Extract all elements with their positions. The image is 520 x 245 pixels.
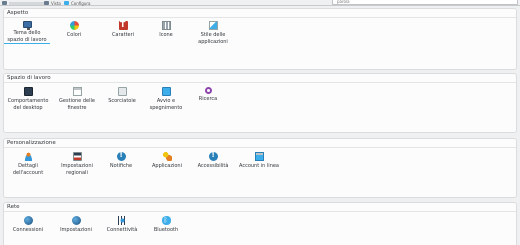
item-window-management[interactable]: Gestione delle finestre	[54, 87, 100, 111]
arrow-icon	[2, 1, 7, 5]
item-label: Scorciatoie	[108, 98, 136, 104]
item-label: Impostazioni	[60, 227, 92, 233]
item-label: Avvio e spegnimento	[149, 98, 183, 111]
bluetooth-icon	[161, 216, 171, 225]
power-icon	[161, 87, 171, 96]
item-search[interactable]: Ricerca	[185, 87, 231, 103]
item-fonts[interactable]: Caratteri	[100, 20, 146, 39]
globe-settings-icon	[71, 216, 81, 225]
toolbar-configure-item[interactable]: Configura	[64, 0, 90, 6]
globe-icon	[23, 216, 33, 225]
apps-icon	[162, 152, 172, 161]
item-label: Comportamento del desktop	[7, 98, 49, 111]
item-desktop-behavior[interactable]: Comportamento del desktop	[5, 87, 51, 111]
item-label: Notifiche	[109, 163, 133, 169]
item-label: Icone	[159, 32, 173, 38]
settings-icon	[64, 1, 69, 5]
window-icon	[72, 87, 82, 96]
desktop-icon	[23, 87, 33, 96]
search-icon	[204, 87, 212, 94]
item-label: Bluetooth	[153, 227, 179, 233]
item-label: Gestione delle finestre	[59, 98, 95, 111]
item-label: Connessioni	[12, 227, 44, 233]
flag-icon	[72, 152, 82, 161]
toolbar-view-label: Vista	[51, 0, 61, 6]
item-label: Caratteri	[111, 32, 135, 38]
section-title: Personalizzazione	[7, 140, 56, 146]
item-colors[interactable]: Colori	[51, 21, 97, 39]
accessibility-icon	[208, 151, 218, 161]
section-divider	[4, 147, 516, 148]
item-label: Applicazioni	[152, 163, 182, 169]
item-connections[interactable]: Connessioni	[5, 216, 51, 234]
toolbar-view-item[interactable]: Vista	[44, 0, 61, 6]
list-icon	[44, 1, 49, 5]
item-applications[interactable]: Applicazioni	[144, 152, 190, 170]
item-notifications[interactable]: Notifiche	[98, 151, 144, 170]
item-shortcuts[interactable]: Scorciatoie	[99, 87, 145, 105]
user-icon	[23, 152, 33, 161]
online-accounts-icon	[254, 152, 264, 161]
item-app-style[interactable]: Stile delle applicazioni	[190, 21, 236, 45]
grid-icon	[161, 21, 171, 30]
toolbar: Vista Configura parola	[0, 0, 520, 6]
section-title: Rete	[7, 204, 20, 210]
palette-icon	[69, 21, 79, 30]
item-label: Impostazioni regionali	[61, 163, 93, 176]
toolbar-configure-label: Configura	[71, 0, 91, 6]
section-personalizzazione: Personalizzazione Dettagli dell'account …	[3, 138, 517, 198]
keyboard-icon	[117, 87, 127, 96]
section-divider	[4, 82, 516, 83]
item-accessibility[interactable]: Accessibilità	[190, 151, 236, 170]
item-label: Connettività	[106, 227, 138, 233]
item-connectivity[interactable]: Connettività	[99, 216, 145, 234]
info-icon	[116, 151, 126, 161]
item-icons[interactable]: Icone	[143, 21, 189, 39]
font-icon	[118, 20, 128, 30]
monitor-icon	[22, 21, 32, 30]
toolbar-back-item[interactable]	[2, 0, 45, 6]
section-title: Spazio di lavoro	[7, 75, 51, 81]
section-title: Aspetto	[7, 10, 29, 16]
item-account-details[interactable]: Dettagli dell'account	[5, 152, 51, 176]
item-label: Accessibilità	[197, 163, 229, 169]
item-label: Tema dello spazio di lavoro	[4, 30, 50, 44]
item-regional-settings[interactable]: Impostazioni regionali	[54, 152, 100, 176]
item-online-accounts[interactable]: Account in linea	[236, 152, 282, 170]
section-spazio-di-lavoro: Spazio di lavoro Comportamento del deskt…	[3, 73, 517, 133]
item-label: Dettagli dell'account	[12, 163, 44, 176]
network-icon	[117, 216, 127, 225]
search-input[interactable]: parola	[332, 0, 518, 5]
section-rete: Rete Connessioni Impostazioni Connettivi…	[3, 202, 517, 245]
item-label: Stile delle applicazioni	[198, 32, 228, 45]
section-divider	[4, 17, 516, 18]
item-bluetooth[interactable]: Bluetooth	[143, 216, 189, 234]
style-icon	[208, 21, 218, 30]
item-label: Colori	[66, 32, 82, 38]
item-label: Account in linea	[238, 163, 279, 169]
item-workspace-theme[interactable]: Tema dello spazio di lavoro	[4, 21, 50, 44]
item-network-settings[interactable]: Impostazioni	[53, 216, 99, 234]
item-label: Ricerca	[198, 96, 218, 102]
section-aspetto: Aspetto Tema dello spazio di lavoro Colo…	[3, 8, 517, 70]
item-startup-shutdown[interactable]: Avvio e spegnimento	[143, 87, 189, 111]
toolbar-back-label	[9, 1, 45, 5]
section-divider	[4, 211, 516, 212]
